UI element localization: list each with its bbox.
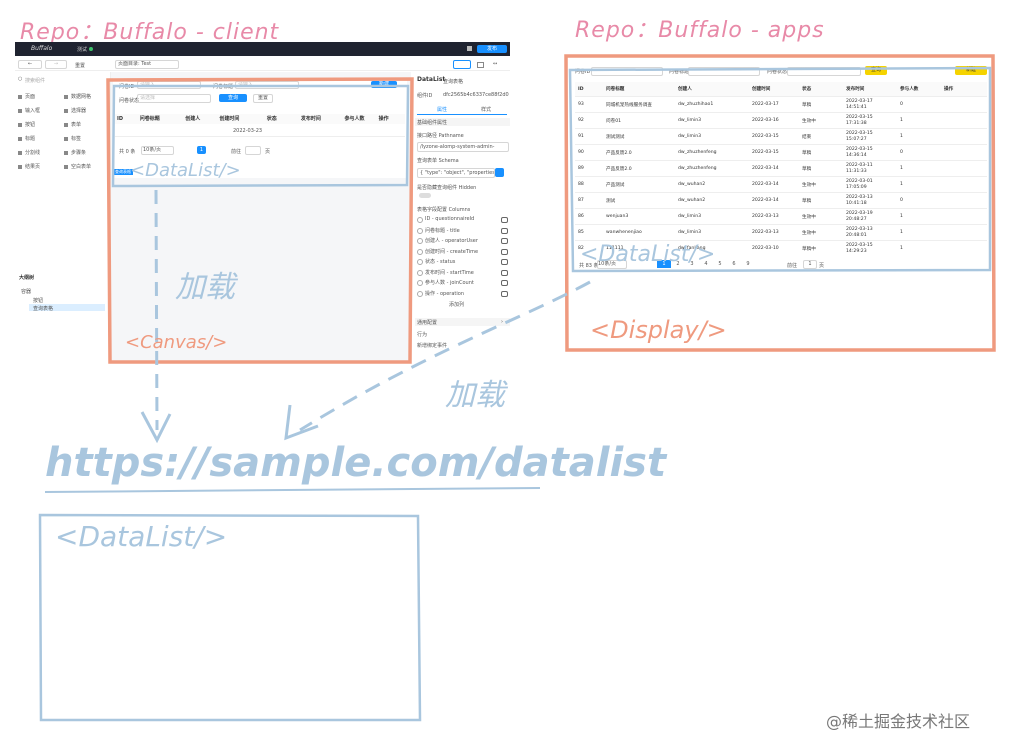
load-label-left: 加载 bbox=[175, 270, 235, 305]
canvas-outline bbox=[106, 77, 414, 364]
display-outline bbox=[564, 54, 996, 352]
canvas-tag: <Canvas/> bbox=[125, 332, 228, 353]
load-arrow-left bbox=[154, 189, 159, 431]
datalist-tag-top: <DataList/> bbox=[130, 160, 241, 181]
datalist-tag-bottom: <DataList/> bbox=[55, 520, 228, 553]
datalist-outline-apps bbox=[568, 66, 992, 273]
url-underline bbox=[44, 487, 541, 493]
watermark: @稀土掘金技术社区 bbox=[826, 712, 971, 731]
load-arrow-right-head bbox=[284, 404, 319, 441]
load-label-right: 加载 bbox=[445, 378, 505, 413]
display-tag: <Display/> bbox=[590, 316, 727, 344]
datalist-tag-apps: <DataList/> bbox=[580, 242, 716, 267]
url-label: https://sample.com/datalist bbox=[45, 440, 667, 486]
